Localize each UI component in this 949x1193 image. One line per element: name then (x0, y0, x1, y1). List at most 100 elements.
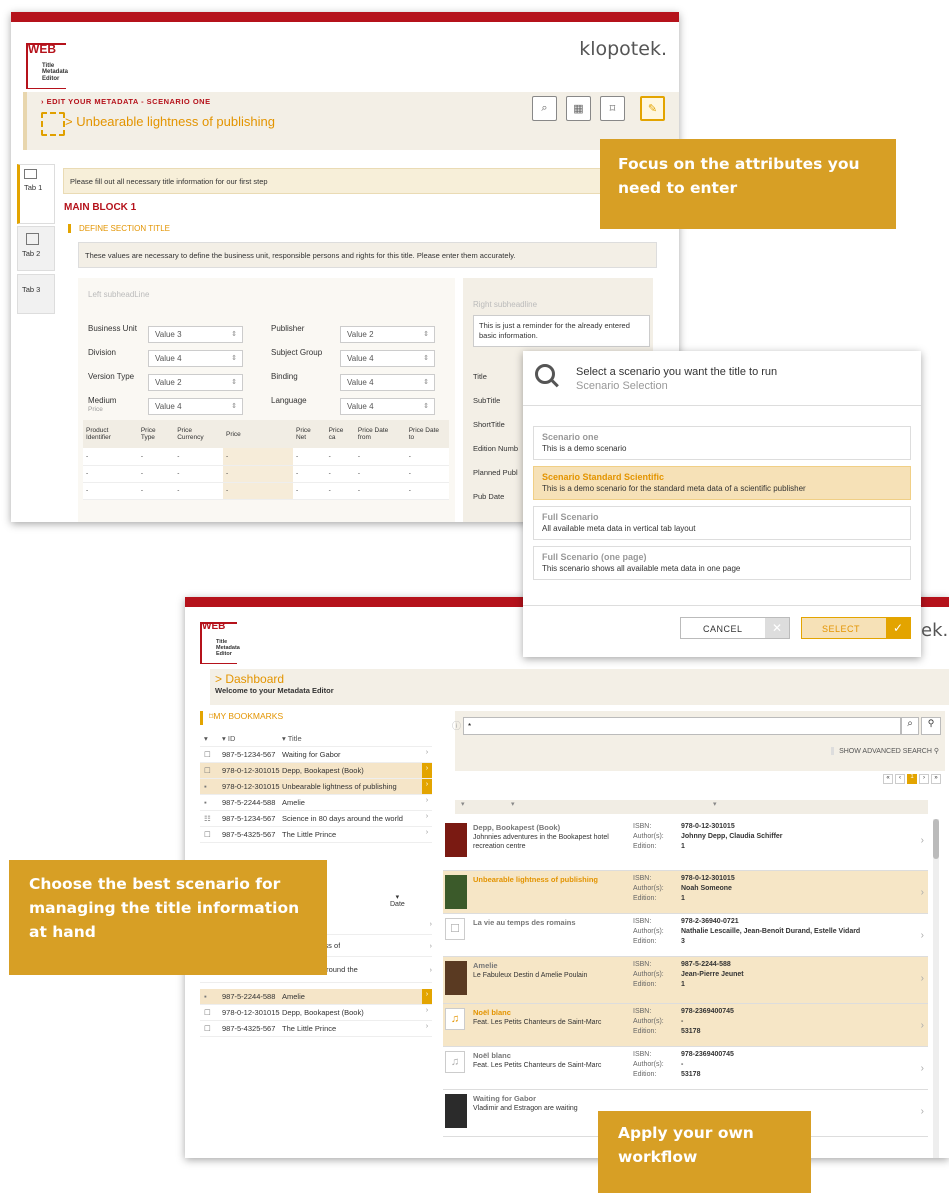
next-page-button[interactable]: › (919, 774, 929, 784)
recent-row[interactable]: ☐ 978-0-12-301015 Depp, Bookapest (Book) › (200, 1005, 432, 1021)
result-title: Unbearable lightness of publishing (473, 875, 599, 884)
chevron-right-icon: › (425, 795, 429, 804)
left-form-panel: Left subheadLine Business Unit Value 3 Div… (78, 278, 455, 522)
result-item[interactable]: Depp, Bookapest (Book) Johnnies adventure… (443, 819, 928, 871)
price-cell: - (222, 482, 293, 499)
search-settings-button[interactable]: ⚲ (921, 717, 941, 735)
result-subtitle: Feat. Les Petits Chanteurs de Saint-Marc (473, 1019, 602, 1026)
bookmark-row[interactable]: ☐ 987-5-1234-567 Waiting for Gabor › (200, 747, 432, 763)
summary-label: Pub Date (473, 492, 505, 501)
chevron-right-icon: › (425, 747, 429, 756)
search-button[interactable]: ⌕ (901, 717, 919, 735)
info-banner: Please fill out all necessary title info… (63, 168, 675, 194)
left-subheadline: Left subheadLine (88, 290, 150, 299)
tab-3[interactable]: Tab 3 (17, 274, 55, 314)
result-item[interactable]: ♫ Noël blanc Feat. Les Petits Chanteurs de… (443, 1004, 928, 1047)
book-stack-icon (41, 112, 65, 136)
result-title: Depp, Bookapest (Book) (473, 823, 561, 832)
recent-row[interactable]: ▪ 987-5-2244-588 Amelie › (200, 989, 432, 1005)
callout-focus: Focus on the attributes you need to ente… (600, 139, 896, 229)
result-item[interactable]: Unbearable lightness of publishing ISBN: A… (443, 871, 928, 914)
price-cell: - (86, 470, 89, 477)
dialog-subtitle: Scenario Selection (576, 380, 668, 392)
select-button[interactable]: SELECT ✓ (801, 617, 911, 639)
chevron-right-icon: › (425, 811, 429, 820)
scenario-option[interactable]: Scenario Standard Scientific This is a de… (533, 466, 911, 500)
scenario-option[interactable]: Full Scenario All available meta data in … (533, 506, 911, 540)
field-select[interactable]: Value 2 (148, 374, 243, 391)
section-title: DEFINE SECTION TITLE (68, 224, 170, 233)
price-cell: - (86, 487, 89, 494)
search-input[interactable] (463, 717, 901, 735)
result-title: La vie au temps des romains (473, 918, 576, 927)
price-cell: - (295, 452, 299, 460)
field-select[interactable]: Value 4 (148, 350, 243, 367)
field-select[interactable]: Value 3 (148, 326, 243, 343)
price-cell: - (140, 487, 143, 494)
scenario-option[interactable]: Full Scenario (one page) This scenario sh… (533, 546, 911, 580)
prev-page-button[interactable]: ‹ (895, 774, 905, 784)
current-page[interactable]: 1 (907, 774, 917, 784)
logo-line2: Editor (42, 75, 60, 82)
dashboard-logo: WEB Title Metadata Editor (200, 621, 240, 664)
book-icon: ☐ (204, 766, 211, 775)
field-label: Binding (271, 372, 298, 381)
advanced-search-link[interactable]: SHOW ADVANCED SEARCH ⚲ (831, 747, 939, 755)
book-icon: ☐ (204, 1008, 211, 1017)
result-item[interactable]: Amelie Le Fabuleux Destin d Amelie Poulai… (443, 957, 928, 1004)
attachment-icon[interactable]: ⌕ (532, 96, 557, 121)
price-cell: - (408, 452, 411, 460)
field-label: Publisher (271, 324, 305, 333)
field-select[interactable]: Value 4 (340, 398, 435, 415)
app-logo: WEB Title Metadata Editor (26, 42, 68, 89)
field-select[interactable]: Value 4 (340, 374, 435, 391)
headphones-icon: ♫ (445, 1051, 465, 1073)
price-column-header: Price Currency (177, 427, 204, 441)
recent-row[interactable]: ☐ 987-5-4325-567 The Little Prince › (200, 1021, 432, 1037)
calculator-icon[interactable]: ▦ (566, 96, 591, 121)
result-item[interactable]: ♫ Noël blanc Feat. Les Petits Chanteurs de… (443, 1047, 928, 1090)
price-cell: - (295, 470, 299, 477)
scenario-option[interactable]: Scenario one This is a demo scenario (533, 426, 911, 460)
field-select[interactable]: Value 4 (340, 350, 435, 367)
field-select[interactable]: Value 4 (148, 398, 243, 415)
results-scrollbar[interactable] (933, 819, 939, 1158)
book-icon: ☐ (204, 830, 211, 839)
close-icon: ✕ (765, 618, 789, 638)
price-column-header: Price (225, 430, 241, 438)
edit-icon[interactable]: ✎ (640, 96, 665, 121)
dashboard-header: > Dashboard Welcome to your Metadata Edi… (210, 669, 949, 705)
callout-apply: Apply your own workflow (598, 1111, 811, 1193)
price-row: -------- (83, 465, 449, 482)
price-column-header: Price Date from (357, 427, 389, 441)
dashboard-subtitle: Welcome to your Metadata Editor (215, 686, 334, 695)
tab-1[interactable]: Tab 1 (17, 164, 55, 224)
bookmark-row[interactable]: ☐ 978-0-12-301015 Depp, Bookapest (Book) › (200, 763, 432, 779)
bookmark-row[interactable]: ▪ 978-0-12-301015 Unbearable lightness of … (200, 779, 432, 795)
top-red-bar (11, 12, 679, 22)
field-label: Version Type (88, 372, 135, 381)
field-select[interactable]: Value 2 (340, 326, 435, 343)
info-icon: ⓘ (452, 721, 462, 731)
price-cell: - (222, 465, 293, 482)
book-icon: ☐ (445, 918, 465, 940)
pagination[interactable]: « ‹ 1 › » (883, 774, 941, 784)
bookmark-row[interactable]: ▪ 987-5-2244-588 Amelie › (200, 795, 432, 811)
price-cell: - (328, 470, 331, 477)
results-list: Depp, Bookapest (Book) Johnnies adventure… (443, 819, 938, 1158)
bookmark-row[interactable]: ☐ 987-5-4325-567 The Little Prince › (200, 827, 432, 843)
bookmark-row[interactable]: ☷ 987-5-1234-567 Science in 80 days around… (200, 811, 432, 827)
first-page-button[interactable]: « (883, 774, 893, 784)
cover-thumbnail (445, 823, 467, 857)
breadcrumb[interactable]: › EDIT YOUR METADATA - SCENARIO ONE (41, 97, 211, 106)
cancel-button[interactable]: CANCEL ✕ (680, 617, 790, 639)
tab-2[interactable]: Tab 2 (17, 226, 55, 271)
book-icon (24, 169, 37, 179)
logo-mark: WEB (28, 42, 56, 56)
bookmarks-header: ▾ ▾ ID ▾ Title (200, 731, 432, 747)
last-page-button[interactable]: » (931, 774, 941, 784)
dashboard-title: > Dashboard (215, 672, 285, 686)
result-item[interactable]: ☐ La vie au temps des romains ISBN: Author(… (443, 914, 928, 957)
price-cell: - (295, 487, 299, 494)
bookmark-icon[interactable]: ⌑ (600, 96, 625, 121)
